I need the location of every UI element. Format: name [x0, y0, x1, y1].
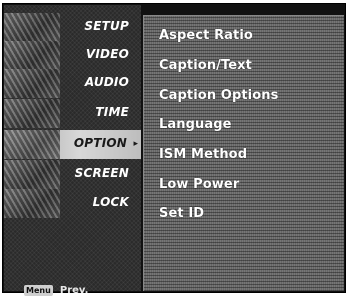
- option-submenu: Aspect Ratio Caption/Text Caption Option…: [143, 15, 344, 291]
- option-thumbnail-icon: [4, 130, 60, 159]
- menu-item-setup[interactable]: SETUP: [4, 13, 141, 42]
- menu-item-video[interactable]: VIDEO: [4, 41, 141, 70]
- menu-item-label: TIME: [95, 105, 129, 119]
- tv-menu-screen: SETUP VIDEO AUDIO TIME OPTION ▸ SCREEN L…: [0, 0, 350, 296]
- time-thumbnail-icon: [4, 99, 60, 128]
- lock-thumbnail-icon: [4, 189, 60, 218]
- option-ism-method[interactable]: ISM Method: [159, 147, 247, 162]
- option-language[interactable]: Language: [159, 117, 232, 132]
- option-set-id[interactable]: Set ID: [159, 206, 204, 221]
- option-aspect-ratio[interactable]: Aspect Ratio: [159, 28, 253, 43]
- screen-thumbnail-icon: [4, 160, 60, 189]
- menu-item-lock[interactable]: LOCK: [4, 189, 141, 218]
- menu-item-audio[interactable]: AUDIO: [4, 69, 141, 98]
- prev-label: Prev.: [59, 285, 89, 296]
- menu-item-screen[interactable]: SCREEN: [4, 160, 141, 189]
- audio-thumbnail-icon: [4, 69, 60, 98]
- menu-key-icon: Menu: [24, 285, 53, 296]
- setup-thumbnail-icon: [4, 13, 60, 42]
- menu-item-time[interactable]: TIME: [4, 99, 141, 128]
- video-thumbnail-icon: [4, 41, 60, 70]
- menu-item-label: AUDIO: [84, 75, 129, 89]
- selected-arrow-icon: ▸: [133, 139, 138, 149]
- main-menu: SETUP VIDEO AUDIO TIME OPTION ▸ SCREEN L…: [4, 5, 141, 296]
- menu-item-label: LOCK: [92, 195, 129, 209]
- menu-item-option[interactable]: OPTION ▸: [4, 130, 141, 159]
- menu-item-label: SCREEN: [74, 166, 129, 180]
- option-caption-text[interactable]: Caption/Text: [159, 58, 252, 73]
- option-low-power[interactable]: Low Power: [159, 177, 239, 192]
- menu-item-label: OPTION: [73, 136, 127, 150]
- menu-item-label: SETUP: [84, 19, 129, 33]
- menu-item-label: VIDEO: [85, 47, 129, 61]
- navigation-hint: Menu Prev.: [24, 280, 88, 296]
- option-caption-options[interactable]: Caption Options: [159, 88, 278, 103]
